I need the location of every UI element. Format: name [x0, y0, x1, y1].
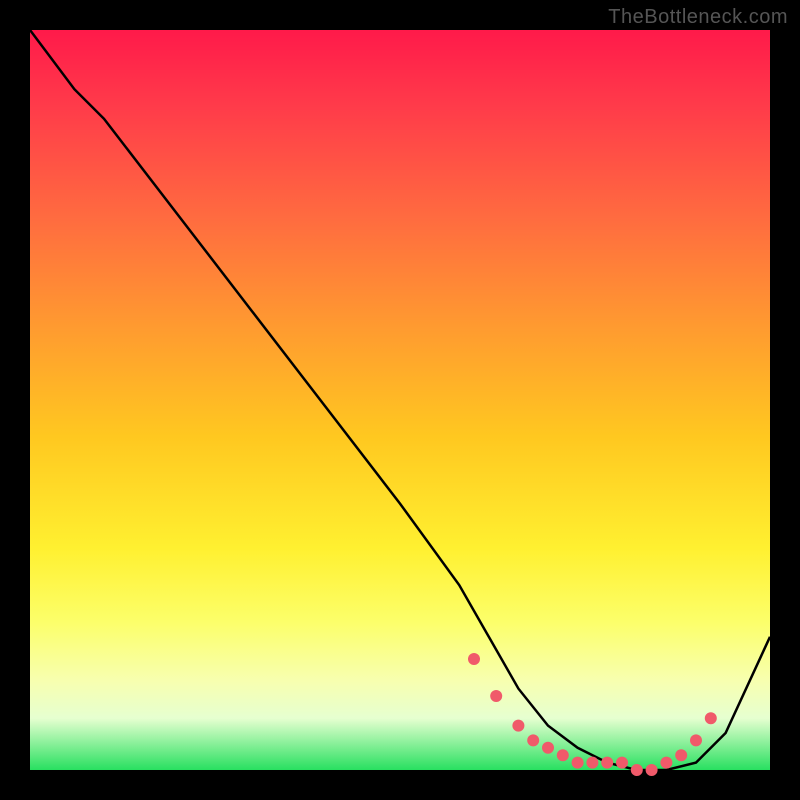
bottleneck-curve-path — [30, 30, 770, 770]
watermark-text: TheBottleneck.com — [608, 6, 788, 29]
optimal-dot — [542, 742, 554, 754]
optimal-dot — [601, 757, 613, 769]
bottleneck-curve-line — [30, 30, 770, 770]
optimal-dot — [512, 720, 524, 732]
optimal-dot — [490, 690, 502, 702]
optimal-dot — [616, 757, 628, 769]
optimal-dot — [660, 757, 672, 769]
optimal-dot — [586, 757, 598, 769]
optimal-dot — [705, 712, 717, 724]
optimal-dot — [690, 734, 702, 746]
chart-frame: TheBottleneck.com — [0, 0, 800, 800]
optimal-dot — [557, 749, 569, 761]
optimal-dot — [527, 734, 539, 746]
optimal-dot — [631, 764, 643, 776]
optimal-zone-dots — [468, 653, 717, 776]
optimal-dot — [572, 757, 584, 769]
optimal-dot — [675, 749, 687, 761]
gradient-plot-area — [30, 30, 770, 770]
optimal-dot — [646, 764, 658, 776]
curve-svg — [30, 30, 770, 770]
optimal-dot — [468, 653, 480, 665]
